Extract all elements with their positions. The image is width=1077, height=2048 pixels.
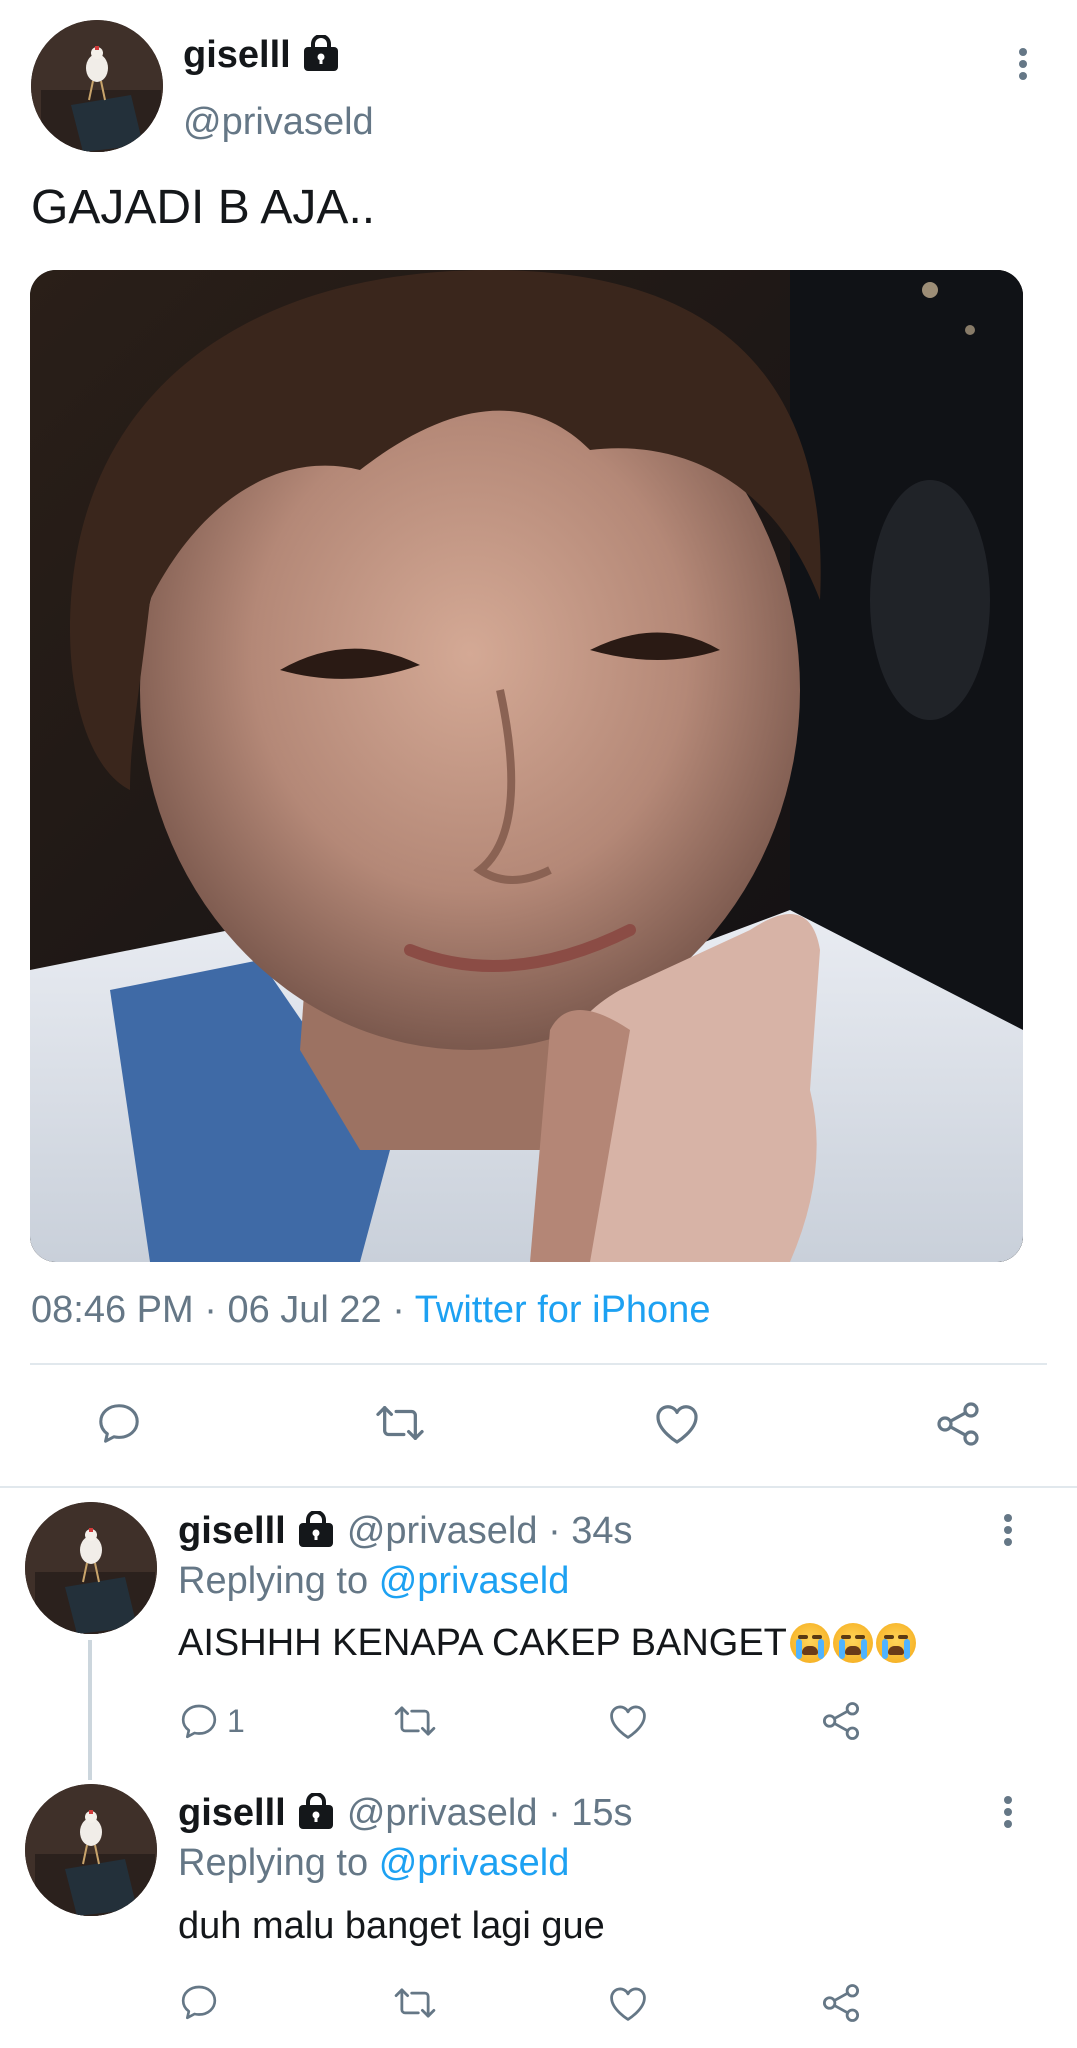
reply-text: duh malu banget lagi gue — [178, 1905, 605, 1947]
more-vertical-icon[interactable] — [1018, 48, 1028, 80]
share-icon[interactable] — [933, 1400, 983, 1448]
tweet-text: GAJADI B AJA.. — [31, 181, 376, 234]
display-name: giselll — [178, 1510, 286, 1552]
thread-line — [88, 1640, 92, 1780]
more-vertical-icon[interactable] — [1003, 1514, 1013, 1546]
retweet-icon[interactable] — [392, 1701, 438, 1741]
reply-icon[interactable] — [179, 1982, 219, 2022]
reply-text: AISHHH KENAPA CAKEP BANGET — [178, 1617, 916, 1669]
tweet-date: 06 Jul 22 — [227, 1289, 382, 1331]
replying-prefix: Replying to — [178, 1560, 369, 1602]
reply-count: 1 — [227, 1702, 245, 1739]
retweet-icon[interactable] — [392, 1983, 438, 2023]
tweet-photo[interactable] — [30, 270, 1023, 1262]
reply-header[interactable]: giselll @privaseld · 15s — [178, 1788, 633, 1838]
reply-header[interactable]: giselll @privaseld · 34s — [178, 1506, 633, 1556]
tweet-meta: 08:46 PM · 06 Jul 22 · Twitter for iPhon… — [31, 1283, 710, 1337]
mention-link[interactable]: @privaseld — [379, 1842, 570, 1884]
replying-to: Replying to @privaseld — [178, 1838, 569, 1888]
replying-prefix: Replying to — [178, 1842, 369, 1884]
tweet-time: 08:46 PM — [31, 1289, 194, 1331]
retweet-icon[interactable] — [372, 1400, 428, 1446]
mention-link[interactable]: @privaseld — [379, 1560, 570, 1602]
loudly-crying-face-emoji — [832, 1623, 873, 1663]
loudly-crying-face-emoji — [875, 1623, 916, 1663]
meta-separator: · — [548, 1792, 561, 1834]
divider — [0, 1486, 1077, 1488]
heart-icon[interactable] — [607, 1984, 649, 2022]
reply-text-content: AISHHH KENAPA CAKEP BANGET — [178, 1622, 787, 1664]
display-name: giselll — [183, 34, 291, 76]
handle: @privaseld — [346, 1510, 538, 1552]
share-icon[interactable] — [820, 1700, 862, 1742]
replying-to: Replying to @privaseld — [178, 1556, 569, 1606]
avatar[interactable] — [31, 20, 163, 152]
meta-separator: · — [548, 1510, 561, 1552]
share-icon[interactable] — [820, 1982, 862, 2024]
display-name: giselll — [178, 1792, 286, 1834]
heart-icon[interactable] — [653, 1401, 701, 1445]
lock-icon — [299, 1793, 334, 1829]
divider — [30, 1363, 1047, 1365]
tweet-source-link[interactable]: Twitter for iPhone — [415, 1289, 711, 1331]
tweet-author[interactable]: giselll — [183, 30, 341, 80]
reply-icon[interactable] — [96, 1400, 142, 1446]
lock-icon — [304, 35, 339, 71]
reply-icon[interactable] — [179, 1701, 219, 1741]
reply-age: 15s — [571, 1792, 633, 1834]
more-vertical-icon[interactable] — [1003, 1796, 1013, 1828]
avatar[interactable] — [25, 1784, 157, 1916]
lock-icon — [299, 1511, 334, 1547]
handle[interactable]: @privaseld — [183, 98, 374, 146]
heart-icon[interactable] — [607, 1702, 649, 1740]
handle: @privaseld — [346, 1792, 538, 1834]
reply-action-reply[interactable]: 1 — [179, 1700, 245, 1742]
reply-age: 34s — [571, 1510, 633, 1552]
loudly-crying-face-emoji — [789, 1623, 830, 1663]
meta-separator: · — [204, 1289, 217, 1331]
avatar[interactable] — [25, 1502, 157, 1634]
meta-separator: · — [392, 1289, 405, 1331]
